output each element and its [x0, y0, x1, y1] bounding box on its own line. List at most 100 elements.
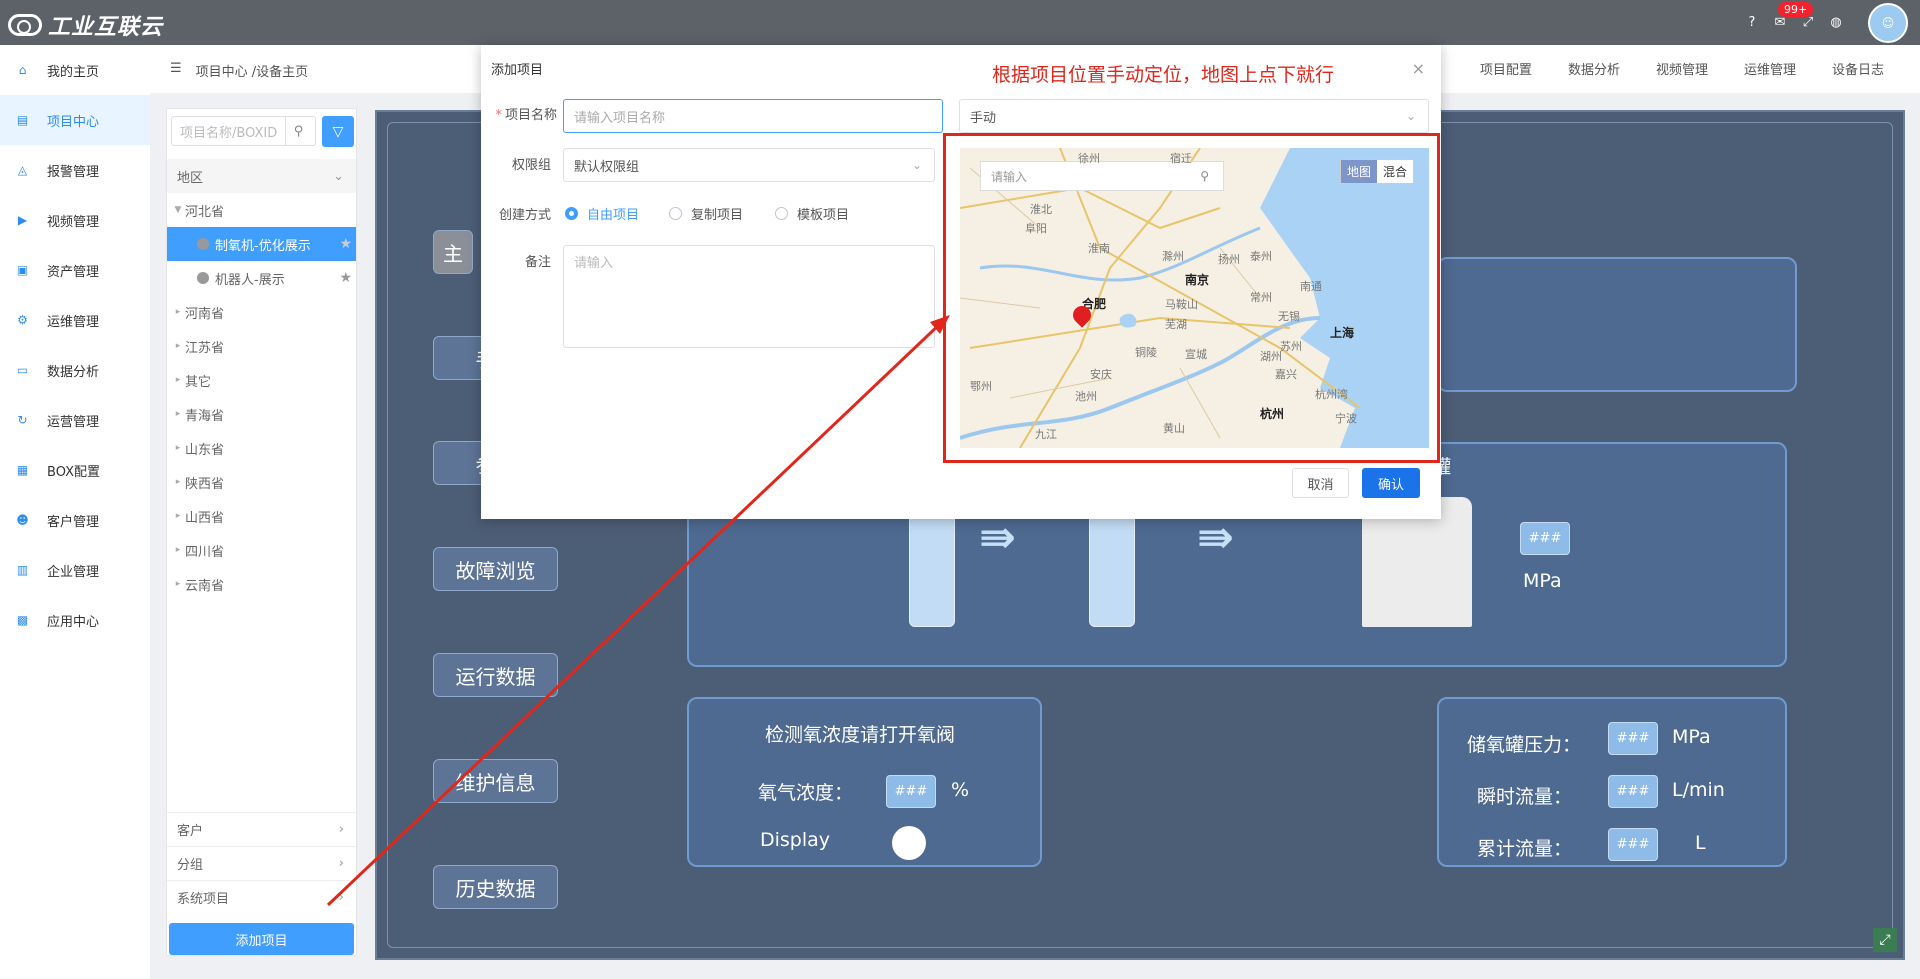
menu-toggle-icon[interactable]: ☰ — [170, 61, 182, 80]
storage-pressure-unit: MPa — [1672, 726, 1711, 748]
tab-maintenance[interactable]: 运维管理 — [1744, 59, 1796, 78]
tab-project-config[interactable]: 项目配置 — [1480, 59, 1532, 78]
oxygen-title: 检测氧浓度请打开氧阀 — [765, 724, 956, 746]
note-textarea[interactable]: 请输入 — [563, 245, 935, 348]
annotation-box — [943, 133, 1440, 463]
sidebar-item-analytics[interactable]: ▭ 数据分析 — [0, 345, 150, 395]
expand-icon[interactable]: ⤢ — [1873, 928, 1897, 952]
caret-right-icon: ▸ — [175, 579, 181, 589]
run-data-button[interactable]: 运行数据 — [433, 653, 558, 697]
chevron-down-icon: ⌄ — [1405, 109, 1416, 123]
permission-group-select[interactable]: 默认权限组 ⌄ — [563, 148, 935, 182]
project-name-input[interactable]: 请输入项目名称 — [563, 99, 943, 133]
tree-node-jiangsu[interactable]: ▸ 江苏省 — [167, 329, 356, 363]
oxygen-label: 氧气浓度： — [758, 782, 854, 804]
tab-video[interactable]: 视频管理 — [1656, 59, 1708, 78]
avatar[interactable]: ☺ — [1868, 2, 1908, 43]
tank-pressure-value: ### — [1520, 522, 1570, 555]
tree-node-hebei[interactable]: ▼ 河北省 — [167, 193, 356, 227]
status-dot — [197, 272, 209, 284]
fullscreen-icon[interactable]: ⤢ — [1794, 0, 1822, 45]
sidebar-item-projects[interactable]: ▤ 项目中心 — [0, 95, 150, 145]
perm-label: 权限组 — [511, 158, 551, 173]
confirm-button[interactable]: 确认 — [1362, 468, 1420, 498]
sidebar-item-home[interactable]: ⌂ 我的主页 — [0, 45, 150, 95]
chevron-down-icon: ⌄ — [911, 158, 922, 172]
sidebar-item-assets[interactable]: ▣ 资产管理 — [0, 245, 150, 295]
tree-node-yunnan[interactable]: ▸ 云南省 — [167, 567, 356, 601]
project-icon: ▤ — [16, 112, 29, 127]
tree-node-shaanxi[interactable]: ▸ 陕西省 — [167, 465, 356, 499]
system-projects-section[interactable]: 系统项目 › — [167, 880, 356, 914]
tree-node-robot[interactable]: 机器人-展示 ★ — [167, 261, 356, 295]
sidebar-item-video[interactable]: ▶ 视频管理 — [0, 195, 150, 245]
sidebar-item-maintenance[interactable]: ⚙ 运维管理 — [0, 295, 150, 345]
name-label: * 项目名称 — [495, 108, 557, 123]
filter-button[interactable]: ▽ — [322, 116, 354, 147]
radio-copy-project[interactable]: 复制项目 — [669, 204, 743, 223]
status-panel — [1437, 257, 1797, 392]
cancel-button[interactable]: 取消 — [1292, 468, 1349, 498]
tree-node-shandong[interactable]: ▸ 山东省 — [167, 431, 356, 465]
total-flow-label: 累计流量： — [1477, 838, 1573, 860]
gear-icon: ⚙ — [17, 312, 28, 327]
sidebar: ⌂ 我的主页 ▤ 项目中心 ◬ 报警管理 ▶ 视频管理 ▣ 资产管理 ⚙ 运维管理 ▭ 数据分… — [0, 45, 150, 979]
tab-data-analysis[interactable]: 数据分析 — [1568, 59, 1620, 78]
help-icon[interactable]: ? — [1738, 0, 1766, 45]
radio-free-project[interactable]: 自由项目 — [565, 204, 639, 223]
close-icon[interactable]: × — [1412, 59, 1425, 78]
tree-node-oxygen-machine[interactable]: 制氧机-优化展示 ★ — [167, 227, 356, 261]
sidebar-item-operations[interactable]: ↻ 运营管理 — [0, 395, 150, 445]
tree-node-sichuan[interactable]: ▸ 四川省 — [167, 533, 356, 567]
tree-node-qinghai[interactable]: ▸ 青海省 — [167, 397, 356, 431]
sidebar-item-alarms[interactable]: ◬ 报警管理 — [0, 145, 150, 195]
caret-right-icon: ▸ — [175, 307, 181, 317]
add-project-button[interactable]: 添加项目 — [169, 923, 354, 955]
app-logo[interactable]: 工业互联云 — [8, 9, 163, 41]
star-icon[interactable]: ★ — [339, 270, 352, 286]
project-search-input[interactable]: 项目名称/BOXID ⚲ — [171, 116, 316, 146]
filter-icon: ▽ — [332, 123, 344, 140]
caret-right-icon: ▸ — [175, 341, 181, 351]
cloud-logo-icon — [8, 14, 42, 36]
home-screen-button[interactable]: 主 — [433, 230, 473, 274]
sidebar-item-box-config[interactable]: ▦ BOX配置 — [0, 445, 150, 495]
sidebar-item-enterprise[interactable]: ▥ 企业管理 — [0, 545, 150, 595]
box-icon: ▦ — [16, 462, 29, 477]
caret-right-icon: ▸ — [175, 545, 181, 555]
display-toggle[interactable] — [892, 826, 926, 860]
tab-device-log[interactable]: 设备日志 — [1832, 59, 1884, 78]
oxygen-unit: % — [951, 779, 970, 801]
instant-flow-label: 瞬时流量： — [1477, 786, 1573, 808]
oxygen-value: ### — [886, 775, 936, 808]
users-icon: ☻ — [16, 512, 29, 527]
tank-pressure-unit: MPa — [1523, 570, 1562, 592]
tree-node-henan[interactable]: ▸ 河南省 — [167, 295, 356, 329]
top-bar: 工业互联云 ? ✉ 99+ ⤢ ◍ ☺ — [0, 0, 1920, 45]
mail-icon[interactable]: ✉ 99+ — [1766, 0, 1814, 45]
caret-right-icon: ▸ — [175, 477, 181, 487]
total-flow-value: ### — [1608, 828, 1658, 861]
tree-node-other[interactable]: ▸ 其它 — [167, 363, 356, 397]
group-section[interactable]: 分组 › — [167, 846, 356, 880]
chevron-right-icon: › — [338, 822, 344, 837]
instant-flow-value: ### — [1608, 775, 1658, 808]
customer-section[interactable]: 客户 › — [167, 812, 356, 846]
caret-right-icon: ▸ — [175, 375, 181, 385]
chevron-down-icon: ⌄ — [333, 168, 344, 184]
radio-template-project[interactable]: 模板项目 — [775, 204, 849, 223]
tree-node-shanxi[interactable]: ▸ 山西省 — [167, 499, 356, 533]
fault-browse-button[interactable]: 故障浏览 — [433, 547, 558, 591]
chevron-right-icon: › — [338, 856, 344, 871]
sidebar-item-apps[interactable]: ▩ 应用中心 — [0, 595, 150, 645]
search-icon[interactable]: ⚲ — [285, 117, 311, 145]
instant-flow-unit: L/min — [1672, 779, 1725, 801]
sidebar-item-customers[interactable]: ☻ 客户管理 — [0, 495, 150, 545]
globe-icon[interactable]: ◍ — [1822, 0, 1850, 45]
cycle-icon: ↻ — [17, 412, 28, 427]
history-data-button[interactable]: 历史数据 — [433, 865, 558, 909]
star-icon[interactable]: ★ — [339, 236, 352, 252]
region-header[interactable]: 地区 ⌄ — [167, 159, 356, 193]
locate-mode-select[interactable]: 手动 ⌄ — [959, 99, 1429, 133]
maintenance-info-button[interactable]: 维护信息 — [433, 759, 558, 803]
